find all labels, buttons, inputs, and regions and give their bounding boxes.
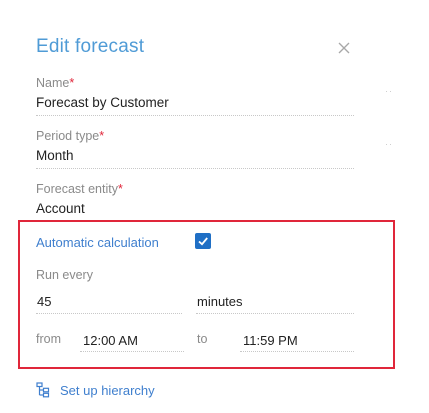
interval-value-underline	[36, 313, 182, 314]
name-field[interactable]: Forecast by Customer	[36, 95, 169, 110]
interval-unit-underline	[196, 313, 354, 314]
name-field-underline	[36, 115, 354, 116]
forecast-entity-label-text: Forecast entity	[36, 182, 118, 196]
period-type-label-text: Period type	[36, 129, 100, 143]
required-mark: *	[117, 182, 123, 196]
interval-unit-select[interactable]: minutes	[197, 294, 243, 309]
to-label: to	[197, 332, 208, 346]
period-type-label: Period type*	[36, 129, 104, 143]
from-time-underline	[80, 351, 184, 352]
from-time-input[interactable]: 12:00 AM	[83, 333, 138, 348]
set-up-hierarchy-label: Set up hierarchy	[60, 383, 155, 398]
required-mark: *	[99, 129, 105, 143]
to-time-input[interactable]: 11:59 PM	[243, 333, 298, 348]
close-icon[interactable]	[336, 40, 352, 56]
name-label: Name*	[36, 76, 74, 90]
forecast-entity-field[interactable]: Account	[36, 201, 85, 216]
name-label-text: Name	[36, 76, 70, 90]
period-type-field-underline	[36, 168, 354, 169]
forecast-entity-label: Forecast entity*	[36, 182, 123, 196]
required-mark: *	[69, 76, 75, 90]
automatic-calculation-label: Automatic calculation	[36, 235, 159, 250]
checkmark-icon	[198, 237, 208, 246]
from-label: from	[36, 332, 61, 346]
hierarchy-icon	[36, 382, 50, 398]
edge-dots: ··	[385, 139, 393, 149]
interval-value-input[interactable]: 45	[37, 294, 51, 309]
edit-forecast-dialog: Edit forecast Name* Forecast by Customer…	[0, 0, 429, 413]
automatic-calculation-checkbox[interactable]	[195, 233, 211, 249]
to-time-underline	[240, 351, 354, 352]
run-every-label: Run every	[36, 268, 93, 282]
dialog-title: Edit forecast	[36, 36, 145, 57]
edge-dots: ··	[385, 86, 393, 96]
period-type-field[interactable]: Month	[36, 148, 74, 163]
